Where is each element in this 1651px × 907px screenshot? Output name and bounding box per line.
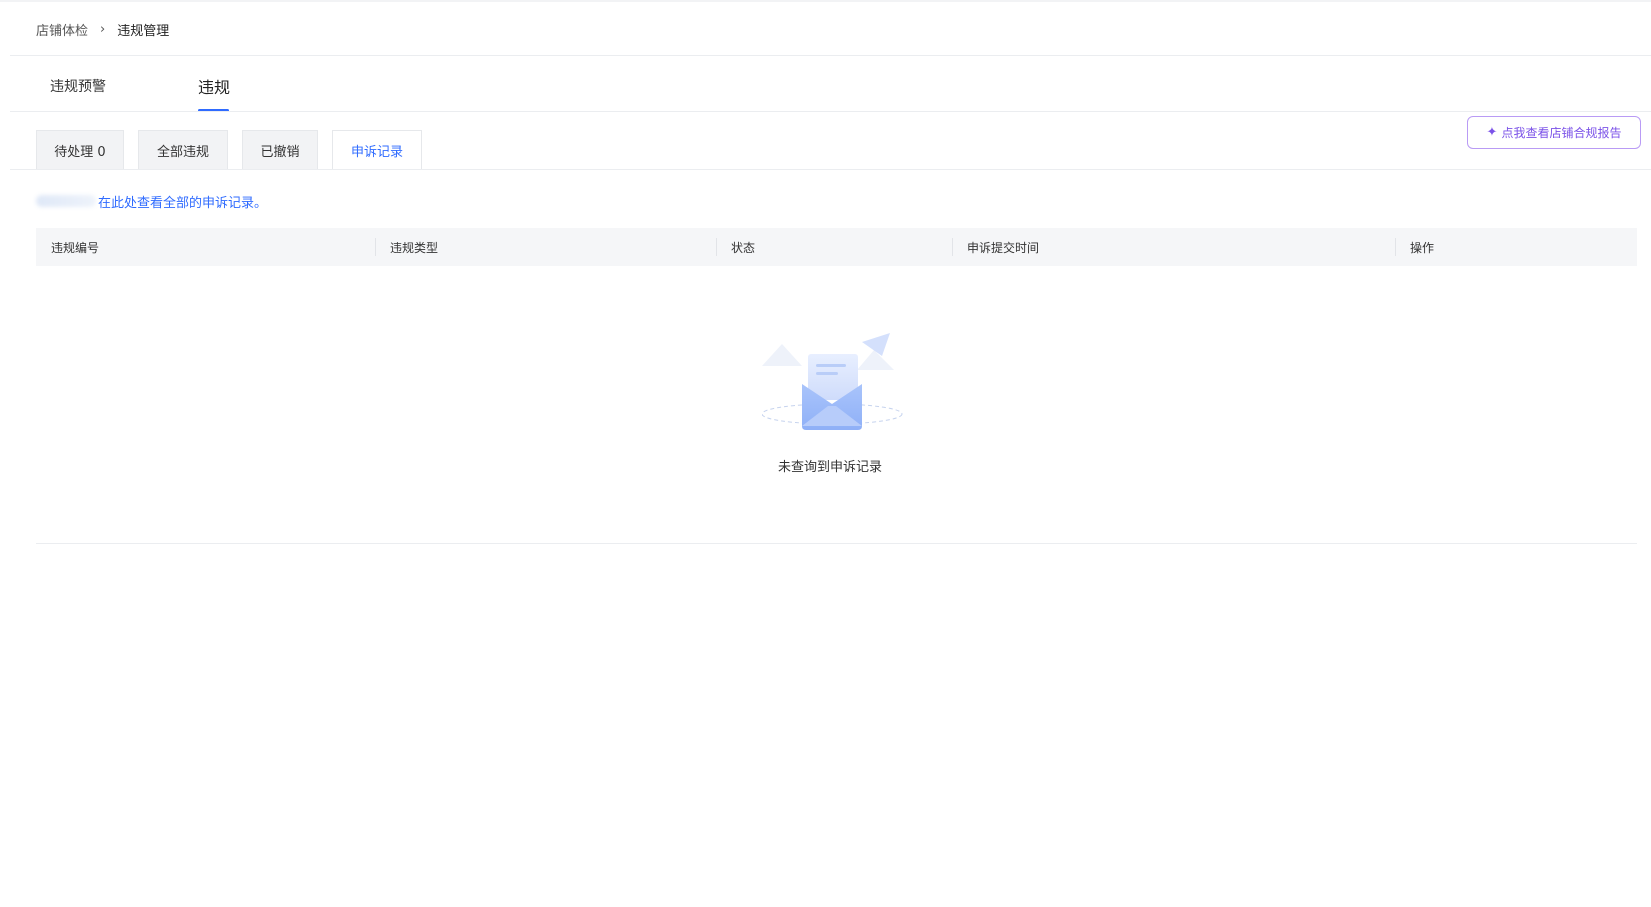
- subtab-revoked[interactable]: 已撤销: [242, 130, 318, 169]
- empty-mail-icon: [762, 333, 903, 430]
- breadcrumb-root-link[interactable]: 店铺体检: [36, 20, 88, 39]
- column-header-appeal-time: 申诉提交时间: [952, 228, 1039, 266]
- tab-violation[interactable]: 违规: [198, 74, 230, 98]
- compliance-report-label: 点我查看店铺合规报告: [1501, 126, 1622, 140]
- hint-blurred-prefix: [36, 195, 96, 207]
- column-header-status: 状态: [716, 228, 755, 266]
- page: 店铺体检 › 违规管理 违规预警 违规 ✦ 点我查看店铺合规报告 待处理 0 全…: [0, 0, 1651, 907]
- top-divider: [0, 0, 1651, 2]
- hint: 在此处查看全部的申诉记录。: [36, 192, 268, 211]
- tabs-divider: [10, 111, 1651, 112]
- table-bottom-divider: [36, 543, 1637, 544]
- breadcrumb-separator-icon: ›: [100, 21, 106, 37]
- main-tabs: 违规预警 违规: [0, 56, 1651, 112]
- hint-text: 在此处查看全部的申诉记录。: [98, 195, 268, 211]
- breadcrumb-current: 违规管理: [117, 23, 170, 39]
- column-header-violation-id: 违规编号: [51, 240, 100, 255]
- tab-violation-warning[interactable]: 违规预警: [50, 76, 106, 96]
- breadcrumb: 店铺体检 › 违规管理: [36, 19, 169, 39]
- subtabs-divider: [10, 169, 1651, 170]
- compliance-report-button[interactable]: ✦ 点我查看店铺合规报告: [1467, 116, 1641, 149]
- table-header: 违规编号 违规类型 状态 申诉提交时间 操作: [36, 228, 1637, 266]
- sparkle-icon: ✦: [1486, 125, 1498, 140]
- empty-state-text: 未查询到申诉记录: [778, 460, 883, 475]
- column-header-actions: 操作: [1395, 228, 1434, 266]
- subtab-pending[interactable]: 待处理 0: [36, 130, 124, 169]
- column-header-violation-type: 违规类型: [375, 228, 438, 266]
- subtab-all-violations[interactable]: 全部违规: [138, 130, 228, 169]
- subtab-appeal-records[interactable]: 申诉记录: [332, 130, 422, 170]
